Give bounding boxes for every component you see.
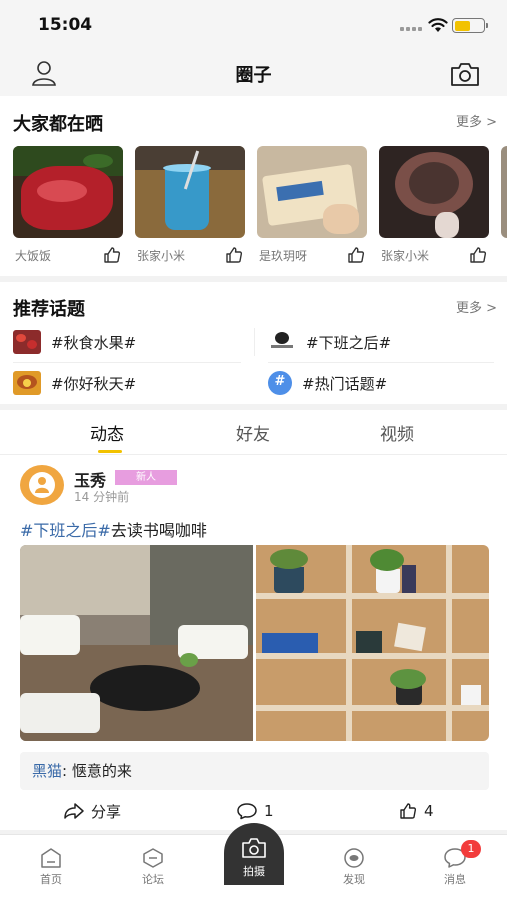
battery-icon: [452, 18, 488, 33]
tabbar-discover[interactable]: 发现: [324, 847, 384, 887]
photo-username: 张家小米: [137, 249, 186, 263]
thumbs-up-icon[interactable]: [225, 246, 243, 264]
photo-card[interactable]: 大饭饭: [13, 146, 123, 263]
tabbar-label: 消息: [444, 873, 466, 886]
comment-icon: [237, 803, 257, 820]
tabbar-capture[interactable]: 拍摄: [224, 823, 284, 885]
fruit-thumbnail: [13, 330, 41, 354]
partial-photo[interactable]: [501, 146, 507, 238]
share-label: 分享: [91, 802, 122, 821]
post-topic-tag[interactable]: #下班之后#: [20, 521, 111, 540]
thumbs-up-icon: [400, 803, 417, 819]
nav-bar: 圈子: [0, 50, 507, 96]
comment-preview[interactable]: 黑猫: 惬意的来: [20, 752, 489, 790]
thumbs-up-icon[interactable]: [469, 246, 487, 264]
status-bar: 15:04: [0, 0, 507, 50]
tabbar-label: 发现: [343, 873, 365, 886]
divider: [13, 362, 241, 363]
photo-card[interactable]: 张家小米: [135, 146, 245, 263]
new-user-badge: 新人: [115, 470, 177, 485]
showcase-more-link[interactable]: 更多 >: [456, 111, 497, 130]
topic-item[interactable]: #下班之后#: [268, 324, 391, 360]
topic-item[interactable]: #秋食水果#: [13, 324, 136, 360]
topic-label: #热门话题#: [302, 374, 388, 393]
bottom-tab-bar: 首页 论坛 拍摄 发现 消息 1: [0, 823, 507, 900]
hashtag-icon: #: [268, 371, 292, 395]
photo-username: 大饭饭: [15, 249, 52, 263]
bread-package-photo[interactable]: [257, 146, 367, 238]
tabbar-label: 论坛: [142, 873, 164, 886]
notification-badge: 1: [461, 840, 481, 858]
photo-card-partial[interactable]: [501, 146, 507, 238]
raw-steak-photo[interactable]: [13, 146, 123, 238]
autumn-thumbnail: [13, 371, 41, 395]
post-card: 玉秀 新人 14 分钟前 #下班之后#去读书喝咖啡 黑猫: 惬意的来 分享 1 …: [0, 455, 507, 830]
topic-label: #秋食水果#: [51, 333, 137, 352]
photo-username: 张家小米: [381, 249, 430, 263]
tabbar-label: 拍摄: [243, 865, 265, 878]
forum-icon: [143, 848, 163, 868]
topic-item[interactable]: # #热门话题#: [268, 365, 387, 401]
divider: [268, 362, 494, 363]
post-content: #下班之后#去读书喝咖啡: [20, 517, 207, 541]
cartoon-thumbnail: [268, 330, 296, 354]
tab-feed[interactable]: 动态: [90, 420, 124, 445]
post-timestamp: 14 分钟前: [74, 490, 130, 504]
cafe-patio-photo[interactable]: [20, 545, 253, 741]
tabbar-label: 首页: [40, 873, 62, 886]
topic-label: #你好秋天#: [51, 374, 137, 393]
feed-tabs: 动态 好友 视频: [0, 410, 507, 455]
active-tab-indicator: [98, 450, 122, 453]
like-button[interactable]: 4: [398, 799, 434, 823]
divider: [254, 328, 255, 356]
blue-drink-photo[interactable]: [135, 146, 245, 238]
comment-separator: :: [62, 762, 72, 780]
tab-video[interactable]: 视频: [380, 420, 414, 445]
thumbs-up-icon[interactable]: [103, 246, 121, 264]
page-title: 圈子: [235, 65, 272, 86]
comment-button[interactable]: 1: [236, 799, 274, 823]
thumbs-up-icon[interactable]: [347, 246, 365, 264]
tabbar-home[interactable]: 首页: [21, 847, 81, 887]
camera-icon[interactable]: [450, 61, 480, 87]
pottery-bowl-photo[interactable]: [379, 146, 489, 238]
cellular-signal-icon: [400, 27, 422, 31]
topics-title: 推荐话题: [13, 299, 85, 320]
discover-icon: [344, 848, 364, 868]
status-time: 15:04: [38, 15, 93, 35]
comment-count: 1: [264, 802, 274, 820]
user-silhouette-icon: [29, 472, 55, 498]
photo-username: 是玖玥呀: [259, 249, 308, 263]
tabbar-messages[interactable]: 消息 1: [425, 840, 485, 887]
avatar[interactable]: [20, 465, 64, 505]
tabbar-forum[interactable]: 论坛: [123, 847, 183, 887]
tab-friends[interactable]: 好友: [236, 420, 270, 445]
post-body-text: 去读书喝咖啡: [110, 521, 207, 540]
topics-section: 推荐话题 更多 > #秋食水果# #下班之后# #你好秋天# # #热门话题#: [0, 282, 507, 404]
photo-card[interactable]: 是玖玥呀: [257, 146, 367, 263]
showcase-section: 大家都在晒 更多 > 大饭饭 张家小米 是玖玥呀 张家小米: [0, 96, 507, 276]
topic-label: #下班之后#: [306, 333, 392, 352]
topic-item[interactable]: #你好秋天#: [13, 365, 136, 401]
home-icon: [41, 848, 61, 868]
topics-more-link[interactable]: 更多 >: [456, 297, 497, 316]
share-icon: [64, 803, 84, 819]
showcase-title: 大家都在晒: [13, 114, 103, 135]
camera-icon: [242, 838, 266, 858]
comment-text: 惬意的来: [71, 762, 132, 780]
bookshelf-photo[interactable]: [256, 545, 489, 741]
like-count: 4: [424, 802, 434, 820]
photo-card[interactable]: 张家小米: [379, 146, 489, 263]
comment-author[interactable]: 黑猫: [32, 762, 62, 780]
photo-strip[interactable]: 大饭饭 张家小米 是玖玥呀 张家小米: [13, 146, 507, 276]
wifi-icon: [428, 18, 448, 32]
share-button[interactable]: 分享: [63, 799, 121, 823]
